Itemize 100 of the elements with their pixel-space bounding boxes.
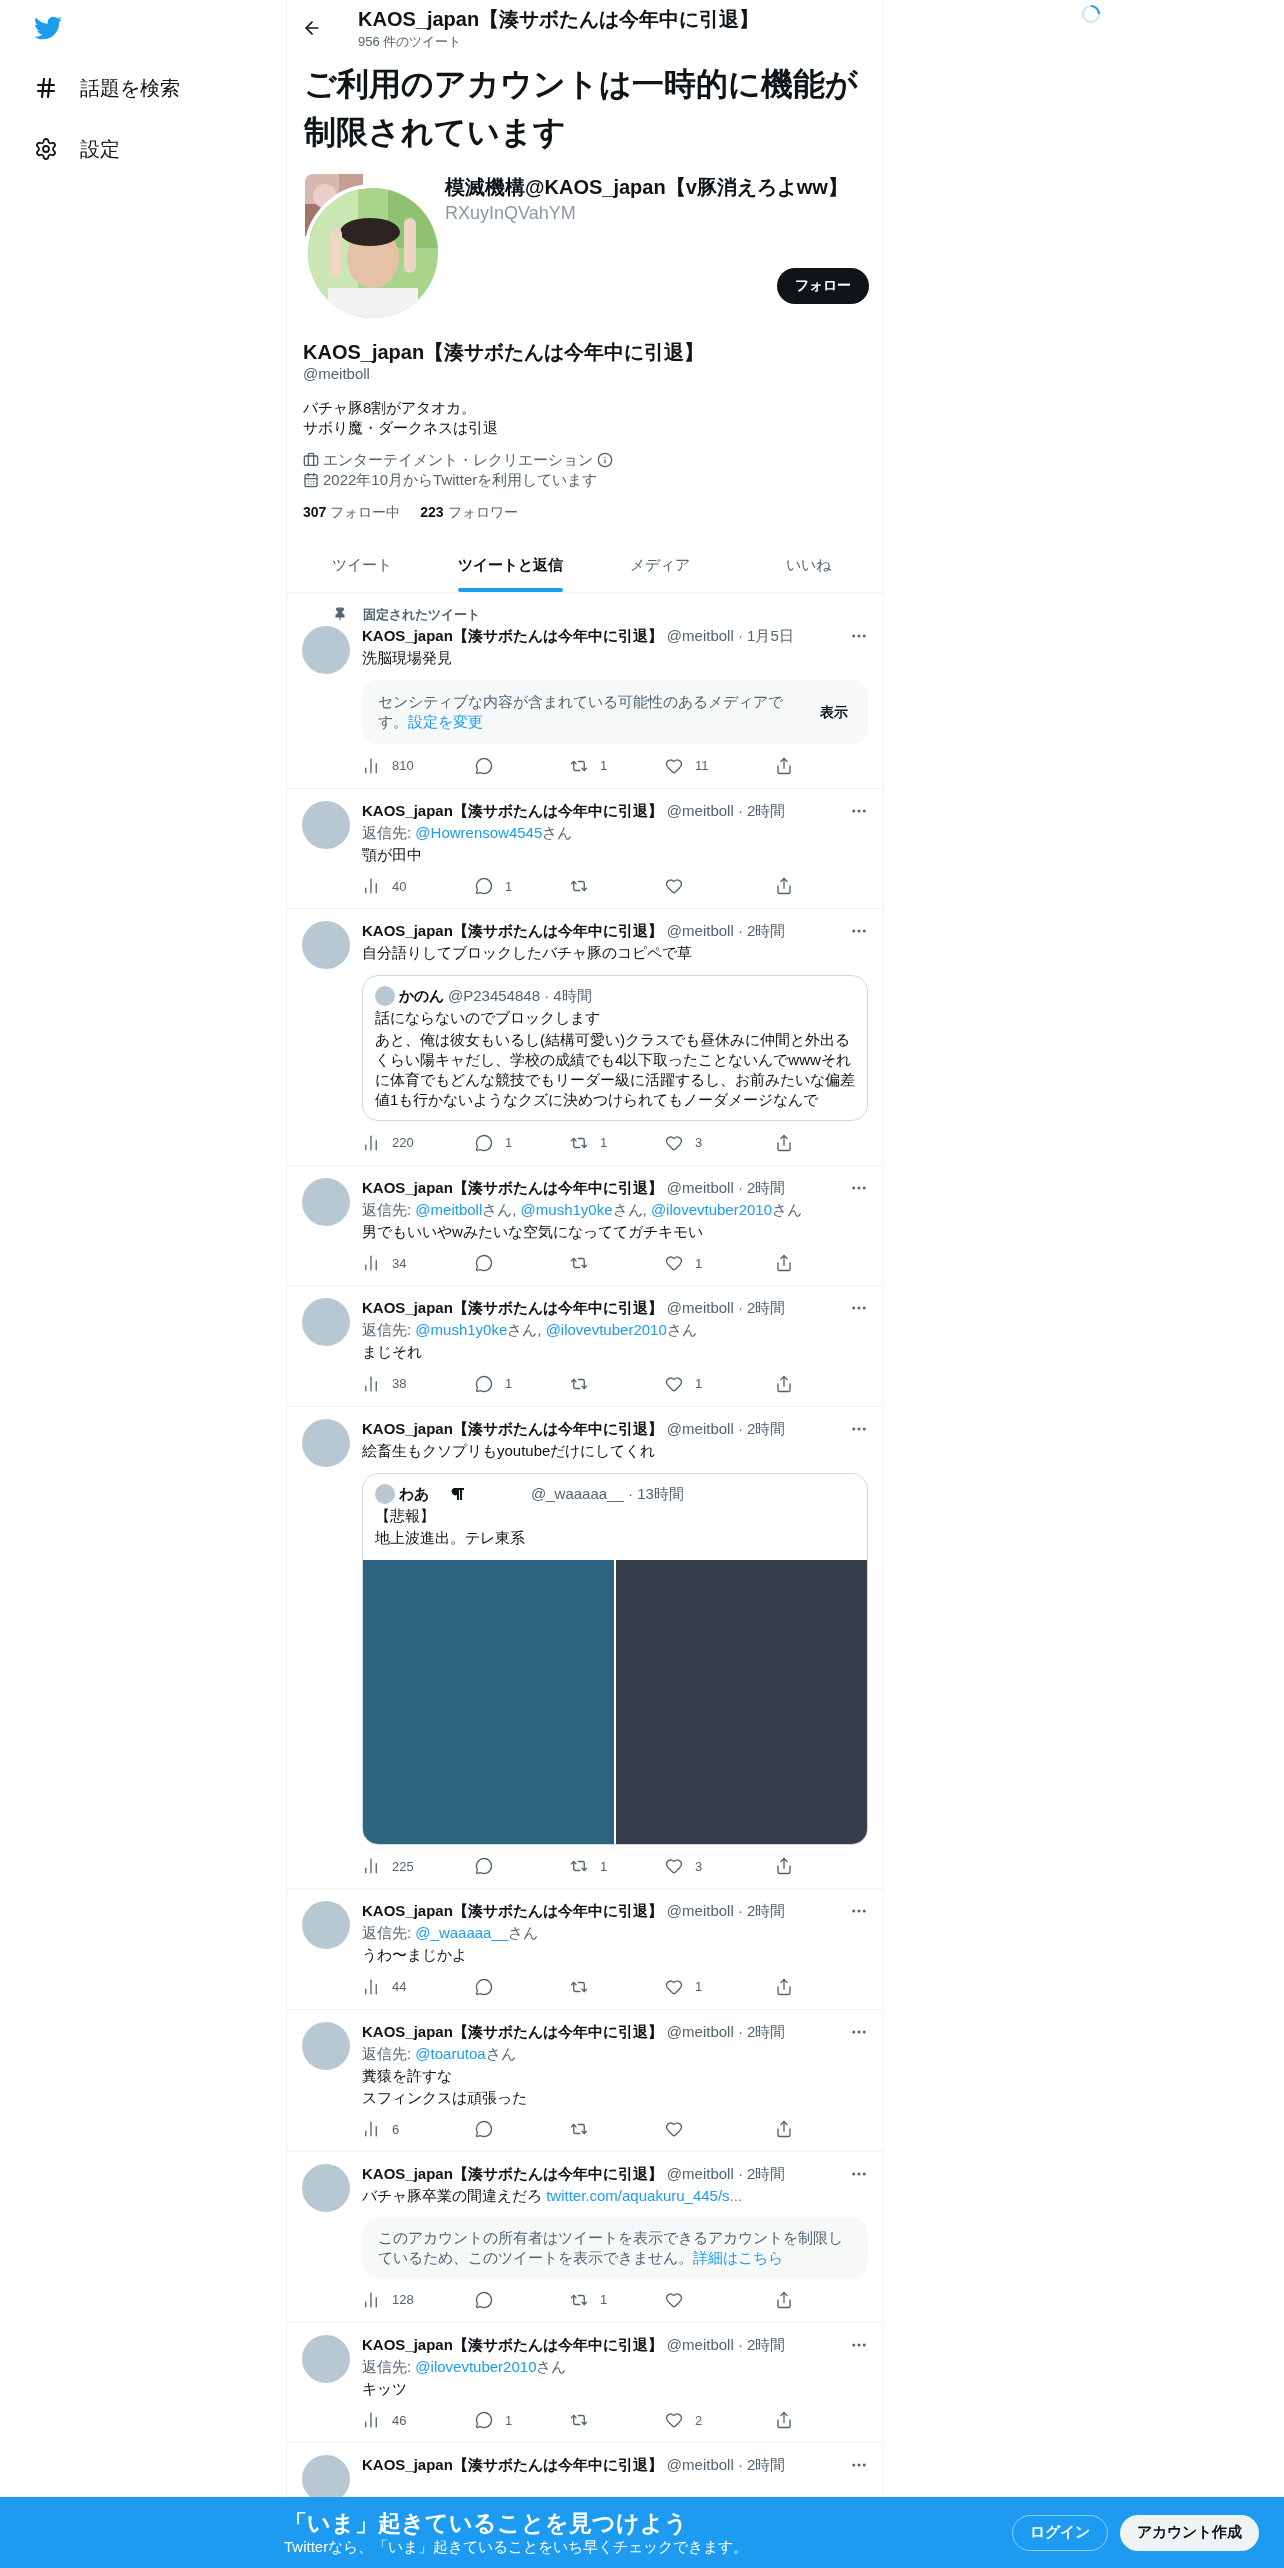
- count-label: 34: [392, 1254, 407, 1273]
- author-name[interactable]: KAOS_japan【湊サボたんは今年中に引退】: [362, 1177, 663, 1198]
- tweet[interactable]: 固定されたツイート KAOS_japan【湊サボたんは今年中に引退】 @meitboll · 1月5日 洗脳現場発見 センシティブな内容が含まれている可能性のあるメディアです。設定を変更 表示 810 1 11: [287, 596, 883, 789]
- author-name[interactable]: KAOS_japan【湊サボたんは今年中に引退】: [362, 626, 663, 646]
- views-icon[interactable]: [362, 877, 380, 896]
- reply-to-line: 返信先: @_waaaaa__さん: [362, 1923, 540, 1943]
- reply-icon[interactable]: [475, 2411, 493, 2430]
- share-icon[interactable]: [775, 756, 793, 775]
- tweet[interactable]: KAOS_japan【湊サボたんは今年中に引退】 @meitboll · 2時間 バチャ豚卒業の間違えだろ twitter.com/aquakuru_445/s... このアカウントの所有者はツイートを表示できるアカウントを制限しているため、このツイートを表示できません。詳細はこちら 128 1: [287, 2152, 883, 2323]
- share-icon[interactable]: [775, 1254, 793, 1273]
- author-meta: @meitboll · 2時間: [666, 2455, 786, 2475]
- sidebar-item[interactable]: 話題を検索: [34, 73, 286, 103]
- avatar: [375, 986, 395, 1006]
- count-label: 1: [600, 757, 608, 775]
- like-icon[interactable]: [665, 1254, 683, 1273]
- share-icon[interactable]: [775, 1374, 793, 1393]
- reply-icon[interactable]: [475, 1254, 493, 1273]
- like-icon[interactable]: [665, 2120, 683, 2139]
- tweet-text: 洗脳現場発見: [362, 648, 453, 668]
- like-icon[interactable]: [665, 2411, 683, 2430]
- share-icon[interactable]: [775, 1133, 793, 1152]
- quoted-tweet[interactable]: わあ @_waaaaa__ · 13時間 【悲報】 地上波進出。テレ東系: [362, 1472, 868, 1845]
- profile-tab[interactable]: ツイートと返信: [436, 538, 585, 592]
- views-icon[interactable]: [362, 1133, 380, 1152]
- like-icon[interactable]: [665, 2290, 683, 2309]
- display-name: KAOS_japan【湊サボたんは今年中に引退】: [303, 339, 706, 364]
- quoted-tweet[interactable]: かのん @P23454848 · 4時間 話にならないのでブロックします あと、俺は彼女もいるし(結構可愛い)クラスでも昼休みに仲間と外出るくらい陽キャだし、学校の成績でも4以下取ったことないんでwwwそれに体育でもどんな競技でもリーダー級に活躍するし、お前みたいな偏差値1も行かないようなクズに決めつけられてもノーダメージなんで: [362, 975, 868, 1121]
- tweet[interactable]: KAOS_japan【湊サボたんは今年中に引退】 @meitboll · 2時間 返信先: @meitbollさん, @mush1y0keさん, @ilovevtuber2010さん 男でもいいやwみたいな空気になっててガチキモい 34 1: [287, 1165, 883, 1286]
- author-name[interactable]: KAOS_japan【湊サボたんは今年中に引退】: [362, 1298, 663, 1318]
- like-icon[interactable]: [665, 1857, 683, 1876]
- reply-icon[interactable]: [475, 2290, 493, 2309]
- image-tile[interactable]: [363, 1559, 614, 1844]
- reply-icon[interactable]: [475, 1374, 493, 1393]
- tweet[interactable]: KAOS_japan【湊サボたんは今年中に引退】 @meitboll · 2時間 返信先: @Howrensow4545さん 顎が田中 40 1: [287, 788, 883, 909]
- image-tile[interactable]: [616, 1559, 867, 1844]
- signup-button[interactable]: アカウント作成: [1120, 2514, 1259, 2551]
- reply-icon[interactable]: [475, 1133, 493, 1152]
- like-icon[interactable]: [665, 877, 683, 896]
- following-link[interactable]: 307 フォロー中: [303, 501, 401, 523]
- count-label: 3: [695, 1134, 703, 1152]
- views-icon[interactable]: [362, 2411, 380, 2430]
- tweet[interactable]: KAOS_japan【湊サボたんは今年中に引退】 @meitboll · 2時間 返信先: @_waaaaa__さん うわ〜まじかよ 44 1: [287, 1889, 883, 2010]
- info-icon[interactable]: [597, 451, 613, 468]
- profile-tab[interactable]: メディア: [585, 538, 734, 592]
- count-label: 1: [600, 2291, 608, 2309]
- followers-link[interactable]: 223 フォロワー: [420, 501, 518, 523]
- author-name: わあ: [399, 1483, 429, 1504]
- author-name[interactable]: KAOS_japan【湊サボたんは今年中に引退】: [362, 2021, 663, 2042]
- share-icon[interactable]: [775, 2411, 793, 2430]
- tweet[interactable]: KAOS_japan【湊サボたんは今年中に引退】 @meitboll · 2時間 絵畜生もクソプリもyoutubeだけにしてくれ わあ @_waaaaa__ · 13時間 【悲報】 地上波進出。テレ東系 225 1 3: [287, 1406, 883, 1889]
- tweet-text: 糞猿を許すな: [362, 2065, 453, 2086]
- tweet[interactable]: KAOS_japan【湊サボたんは今年中に引退】 @meitboll · 2時間 返信先: @ilovevtuber2010さん キッツ 46 1 2: [287, 2322, 883, 2443]
- like-icon[interactable]: [665, 756, 683, 775]
- share-icon[interactable]: [775, 2120, 793, 2139]
- follow-button[interactable]: フォロー: [777, 267, 869, 304]
- views-icon[interactable]: [362, 1977, 380, 1996]
- reply-icon[interactable]: [475, 1857, 493, 1876]
- count-label: 2: [695, 2411, 703, 2430]
- reply-icon[interactable]: [475, 877, 493, 896]
- bird-logo-icon[interactable]: [34, 14, 62, 42]
- tweet[interactable]: KAOS_japan【湊サボたんは今年中に引退】 @meitboll · 2時間 返信先: @toarutoaさん 糞猿を許すな スフィンクスは頑張った 6: [287, 2009, 883, 2152]
- share-icon[interactable]: [775, 877, 793, 896]
- profile-tab[interactable]: ツイート: [287, 538, 436, 592]
- count-label: 1: [695, 1978, 703, 1996]
- avatar: [375, 1483, 395, 1504]
- count-label: 220: [392, 1134, 414, 1152]
- sidebar-item[interactable]: 設定: [34, 134, 286, 164]
- loading-spinner-icon: [1081, 4, 1101, 24]
- like-icon[interactable]: [665, 1977, 683, 1996]
- author-name[interactable]: KAOS_japan【湊サボたんは今年中に引退】: [362, 1418, 663, 1439]
- reply-icon[interactable]: [475, 2120, 493, 2139]
- views-icon[interactable]: [362, 1374, 380, 1393]
- count-label: 1: [505, 877, 513, 896]
- share-icon[interactable]: [775, 1977, 793, 1996]
- category-label: エンターテイメント・レクリエーション: [323, 449, 593, 470]
- reply-icon[interactable]: [475, 1977, 493, 1996]
- hashtag-icon: [34, 76, 58, 100]
- notice-text: センシティブな内容が含まれている可能性のあるメディアです。設定を変更: [378, 692, 784, 732]
- views-icon[interactable]: [362, 2120, 380, 2139]
- views-icon[interactable]: [362, 756, 380, 775]
- author-name[interactable]: KAOS_japan【湊サボたんは今年中に引退】: [362, 2334, 663, 2355]
- reply-icon[interactable]: [475, 756, 493, 775]
- author-name[interactable]: KAOS_japan【湊サボたんは今年中に引退】: [362, 2164, 663, 2184]
- views-icon[interactable]: [362, 1857, 380, 1876]
- count-label: 1: [695, 1375, 703, 1393]
- share-icon[interactable]: [775, 1857, 793, 1876]
- tweet-text: バチャ豚卒業の間違えだろ twitter.com/aquakuru_445/s...: [362, 2186, 744, 2206]
- share-icon[interactable]: [775, 2290, 793, 2309]
- tweet[interactable]: KAOS_japan【湊サボたんは今年中に引退】 @meitboll · 2時間 返信先: @mush1y0keさん, @ilovevtuber2010さん まじそれ 38 1 1: [287, 1286, 883, 1407]
- like-icon[interactable]: [665, 1374, 683, 1393]
- author-name[interactable]: KAOS_japan【湊サボたんは今年中に引退】: [362, 800, 663, 821]
- like-icon[interactable]: [665, 1133, 683, 1152]
- profile-tab[interactable]: いいね: [734, 538, 883, 592]
- views-icon[interactable]: [362, 1254, 380, 1273]
- author-name[interactable]: KAOS_japan【湊サボたんは今年中に引退】: [362, 1901, 663, 1921]
- show-button[interactable]: 表示: [820, 701, 848, 723]
- views-icon[interactable]: [362, 2290, 380, 2309]
- author-name[interactable]: KAOS_japan【湊サボたんは今年中に引退】: [362, 921, 663, 941]
- tweet-text: 顎が田中: [362, 844, 423, 865]
- author-name[interactable]: KAOS_japan【湊サボたんは今年中に引退】: [362, 2455, 663, 2475]
